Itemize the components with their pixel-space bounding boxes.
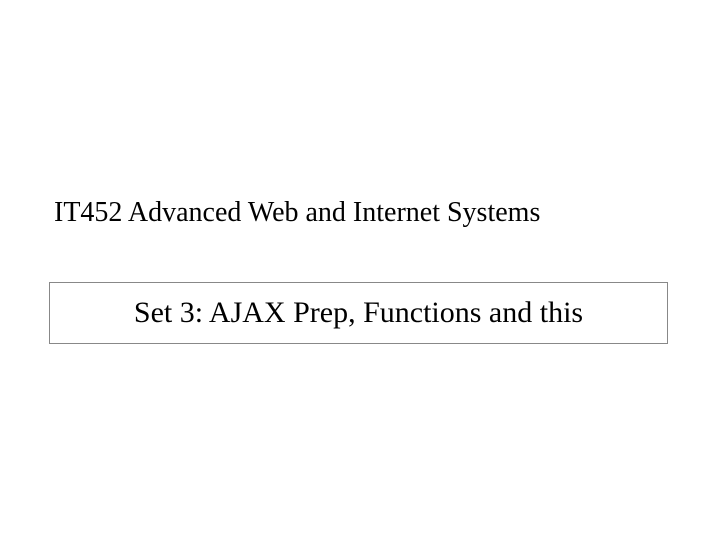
course-title: IT452 Advanced Web and Internet Systems [54, 197, 540, 229]
slide-title: Set 3: AJAX Prep, Functions and this [134, 296, 583, 330]
slide-title-box: Set 3: AJAX Prep, Functions and this [49, 282, 668, 344]
